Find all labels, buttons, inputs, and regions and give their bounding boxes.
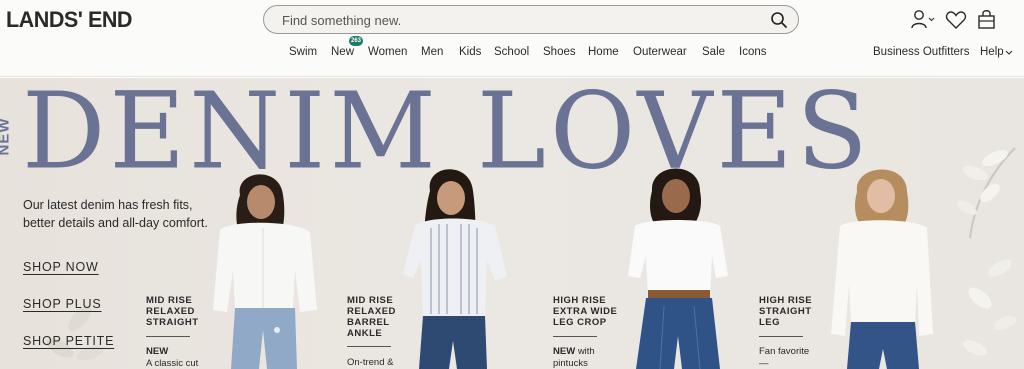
shop-petite-link[interactable]: SHOP PETITE — [23, 334, 114, 348]
brand-logo[interactable]: LANDS' END — [6, 7, 132, 33]
fit-title-2: MID RISE RELAXED BARREL ANKLE — [347, 295, 396, 339]
fit-desc-4: Fan favorite— — [759, 346, 810, 369]
new-tag-text: NEW — [0, 117, 13, 156]
account-icon[interactable] — [910, 9, 936, 29]
nav-item-icons[interactable]: Icons — [739, 46, 767, 58]
leaf-decoration — [957, 147, 1017, 356]
nav-item-help[interactable]: Help — [980, 46, 1004, 58]
nav-item-business-outfitters[interactable]: Business Outfitters — [873, 46, 970, 58]
nav-item-women[interactable]: Women — [368, 46, 407, 58]
nav-item-home[interactable]: Home — [588, 46, 619, 58]
site-header: LANDS' END Swim New 263 Women Men Kids S… — [0, 0, 1024, 77]
model-photo-1[interactable] — [205, 170, 325, 369]
search-icon[interactable] — [770, 11, 788, 29]
model-photo-3[interactable] — [620, 166, 735, 369]
chevron-down-icon — [1005, 50, 1013, 55]
fit-title-4: HIGH RISE STRAIGHT LEG — [759, 295, 813, 328]
shopping-bag-icon[interactable] — [976, 9, 998, 29]
new-vertical-tag: NEW — [0, 108, 24, 168]
search-bar — [263, 5, 799, 34]
new-count-badge: 263 — [349, 36, 363, 46]
hero-intro-text: Our latest denim has fresh fits, better … — [23, 198, 208, 230]
nav-item-men[interactable]: Men — [421, 46, 443, 58]
model-photo-4[interactable] — [825, 164, 940, 369]
fit-desc-3-bold: NEW — [553, 346, 576, 357]
nav-item-sale[interactable]: Sale — [702, 46, 725, 58]
nav-item-outerwear[interactable]: Outerwear — [633, 46, 687, 58]
shop-now-link[interactable]: SHOP NOW — [23, 260, 99, 274]
nav-item-new[interactable]: New — [331, 46, 354, 58]
fit-desc-1: NEW A classic cut — [146, 346, 206, 369]
nav-item-kids[interactable]: Kids — [459, 46, 481, 58]
fit-desc-1-bold: NEW — [146, 346, 169, 357]
main-nav: Swim New 263 Women Men Kids School Shoes… — [0, 36, 1024, 64]
nav-item-swim[interactable]: Swim — [289, 46, 317, 58]
hero-banner[interactable]: DENIM LOVES NEW Our latest denim has fre… — [0, 78, 1024, 369]
fit-title-3: HIGH RISE EXTRA WIDE LEG CROP — [553, 295, 618, 328]
fit-desc-1-text: A classic cut — [146, 358, 199, 369]
search-input[interactable] — [282, 11, 762, 29]
fit-divider-4 — [759, 336, 803, 337]
fit-divider-1 — [146, 336, 190, 337]
fit-divider-2 — [347, 346, 391, 347]
nav-item-shoes[interactable]: Shoes — [543, 46, 576, 58]
model-photo-2[interactable] — [395, 166, 515, 369]
heart-icon[interactable] — [945, 10, 967, 30]
shop-plus-link[interactable]: SHOP PLUS — [23, 297, 102, 311]
fit-desc-3: NEW with pintucks — [553, 346, 623, 369]
fit-desc-2: On-trend & — [347, 357, 394, 368]
nav-item-school[interactable]: School — [494, 46, 529, 58]
fit-title-1: MID RISE RELAXED STRAIGHT — [146, 295, 199, 328]
fit-divider-3 — [553, 336, 597, 337]
